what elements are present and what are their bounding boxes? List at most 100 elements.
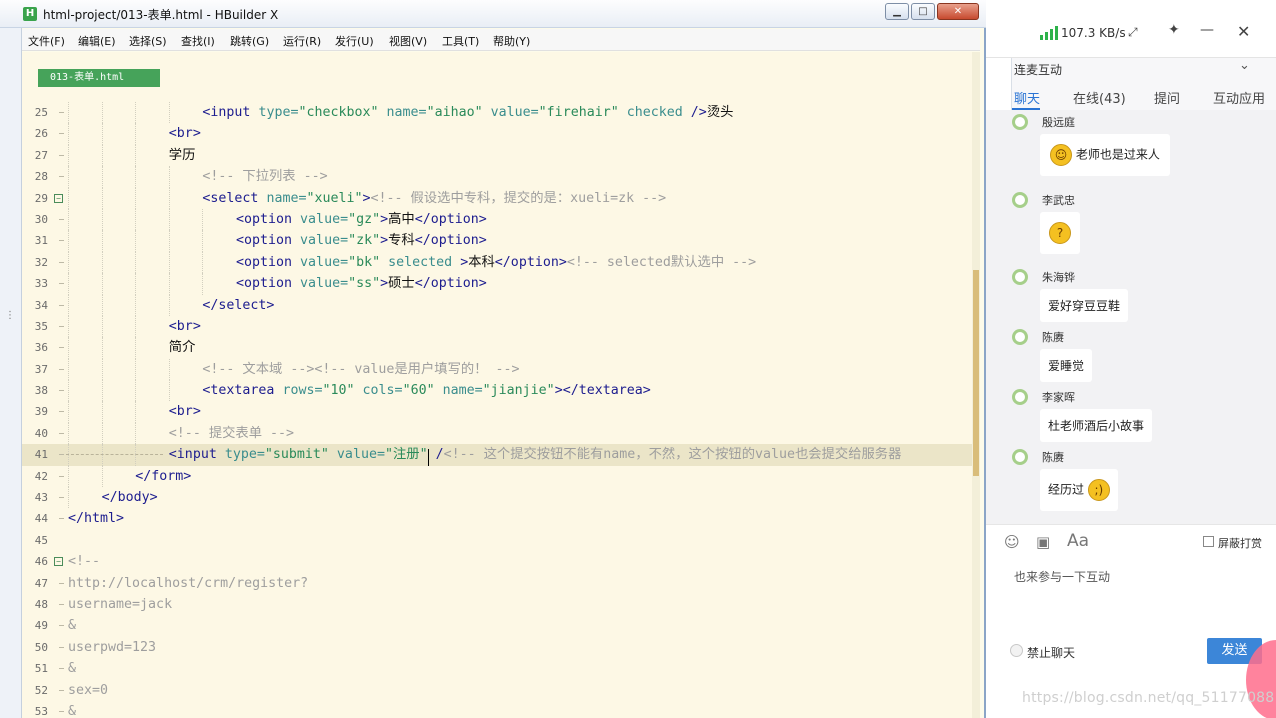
code-line[interactable]: 48 username=jack [22,594,980,615]
editor-scrollbar-thumb[interactable] [973,270,979,476]
code-line[interactable]: 35 <br> [22,315,980,338]
message-bubble: 爱睡觉 [1040,349,1093,382]
code-line[interactable]: 25 <input type="checkbox" name="aihao" va… [22,102,980,124]
menu-edit[interactable]: 编辑(E) [78,33,116,49]
code-lines[interactable]: 25 <input type="checkbox" name="aihao" va… [22,102,980,718]
menu-tools[interactable]: 工具(T) [442,33,479,49]
indent-guide [68,166,69,188]
line-number: 38 [34,384,48,398]
code-token: "submit" [264,447,329,463]
menu-publish[interactable]: 发行(U) [335,33,374,49]
code-line[interactable]: 53 & [22,701,980,718]
code-token: <option [236,276,301,292]
avatar[interactable] [1012,269,1028,285]
menu-view[interactable]: 视图(V) [389,33,427,49]
font-icon[interactable]: Aa [1067,531,1089,551]
code-line[interactable]: 29− <select name="xueli"><!-- 假设选中专科，提交的是… [22,187,980,209]
file-tab[interactable]: 013-表单.html [38,69,160,87]
code-line[interactable]: 49 & [22,615,980,636]
indent-guide [68,337,69,359]
mute-reward-checkbox[interactable] [1203,536,1214,547]
menu-run[interactable]: 运行(R) [283,33,321,49]
indent-guide [135,230,137,252]
image-icon[interactable]: ▣ [1036,533,1050,551]
code-line[interactable]: 31 <option value="zk">专科</option> [22,230,980,252]
code-token: rows= [282,383,323,399]
code-line[interactable]: 38 <textarea rows="10" cols="60" name="ji… [22,380,980,402]
code-editor[interactable]: 013-表单.html 25 <input type="checkbox" nam… [22,52,980,718]
code-line[interactable]: 30 <option value="gz">高中</option> [22,208,980,231]
tab-apps[interactable]: 互动应用 [1213,88,1265,107]
avatar[interactable] [1012,192,1028,208]
code-line[interactable]: 50 userpwd=123 [22,637,980,658]
indent-guide [135,422,137,445]
code-line[interactable]: 28 <!-- 下拉列表 --> [22,166,980,188]
menu-goto[interactable]: 跳转(G) [230,33,269,49]
indent-guide [168,380,170,402]
avatar[interactable] [1012,114,1028,130]
code-text: <option value="gz">高中</option> [236,209,487,230]
tab-chat[interactable]: 聊天 [1014,88,1040,107]
tab-questions[interactable]: 提问 [1154,88,1180,107]
code-line[interactable]: 40 <!-- 提交表单 --> [22,422,980,445]
code-line[interactable]: 45 [22,530,980,551]
expand-icon[interactable]: ⤢ [1128,25,1138,40]
minimize-button[interactable]: ▁ [885,3,909,20]
code-token: "aihao" [426,105,483,120]
indent-guide [135,102,137,124]
code-line[interactable]: 42 </form> [22,465,980,488]
minimize-icon[interactable]: — [1200,22,1214,38]
code-line[interactable]: 32 <option value="bk" selected >本科</optio… [22,251,980,274]
grin-emoji-icon: ☺ [1050,144,1072,166]
code-token: "10" [322,383,355,399]
code-line[interactable]: 51 & [22,658,980,679]
code-line[interactable]: 39 <br> [22,401,980,423]
code-line[interactable]: 43 </body> [22,487,980,509]
code-token: <textarea [202,383,283,399]
code-line[interactable]: 33 <option value="ss">硕士</option> [22,273,980,295]
gutter-tick [59,689,64,691]
menu-select[interactable]: 选择(S) [129,33,167,49]
fold-toggle-icon[interactable]: − [54,557,63,567]
menu-find[interactable]: 查找(I) [181,33,215,49]
code-line[interactable]: 27 学历 [22,144,980,167]
panel-grip-icon[interactable]: ⋮ [5,310,15,321]
message-list[interactable]: 殷远庭 ☺ 老师也是过来人 李武忠 ? 朱海铧 爱好穿豆豆鞋 陈赓 爱睡觉 李家… [986,110,1276,634]
close-icon[interactable]: ✕ [1237,22,1250,41]
code-line[interactable]: 47 http://localhost/crm/register? [22,573,980,594]
menu-help[interactable]: 帮助(Y) [493,33,530,49]
fold-toggle-icon[interactable]: − [54,193,63,203]
maximize-button[interactable]: □ [911,3,935,20]
code-line[interactable]: 26 <br> [22,123,980,145]
gutter-tick [59,176,64,178]
code-line[interactable]: 34 </select> [22,294,980,316]
menu-file[interactable]: 文件(F) [28,33,65,49]
tab-online[interactable]: 在线(43) [1073,88,1126,107]
pin-icon[interactable]: ✦ [1168,22,1180,38]
avatar[interactable] [1012,449,1028,465]
avatar[interactable] [1012,389,1028,405]
code-line[interactable]: 41 <input type="submit" value="注册" / <!-- … [22,444,980,467]
code-line[interactable]: 46− <!-- [22,551,980,572]
editor-scrollbar[interactable] [972,52,980,718]
gutter-tick [59,475,64,477]
code-token: <select [202,190,267,206]
code-line[interactable]: 37 <!-- 文本域 --><!-- value是用户填写的！ --> [22,358,980,381]
line-number: 37 [34,362,48,376]
close-button[interactable]: ✕ [937,3,979,20]
ban-chat-toggle[interactable] [1010,644,1023,657]
sender-name: 朱海铧 [1042,271,1075,284]
code-token: <br> [168,318,201,334]
line-number: 27 [34,148,48,162]
emoji-icon[interactable]: ☺ [1004,533,1020,551]
code-line[interactable]: 52 sex=0 [22,680,980,701]
indent-guide [68,465,69,488]
chevron-down-icon[interactable]: ⌄ [1239,58,1250,73]
code-token: type= [224,447,265,463]
code-token: name= [266,190,307,206]
code-token: value= [300,276,349,292]
code-line[interactable]: 44 </html> [22,508,980,529]
avatar[interactable] [1012,329,1028,345]
code-text: <br> [169,401,201,422]
code-line[interactable]: 36 简介 [22,337,980,359]
